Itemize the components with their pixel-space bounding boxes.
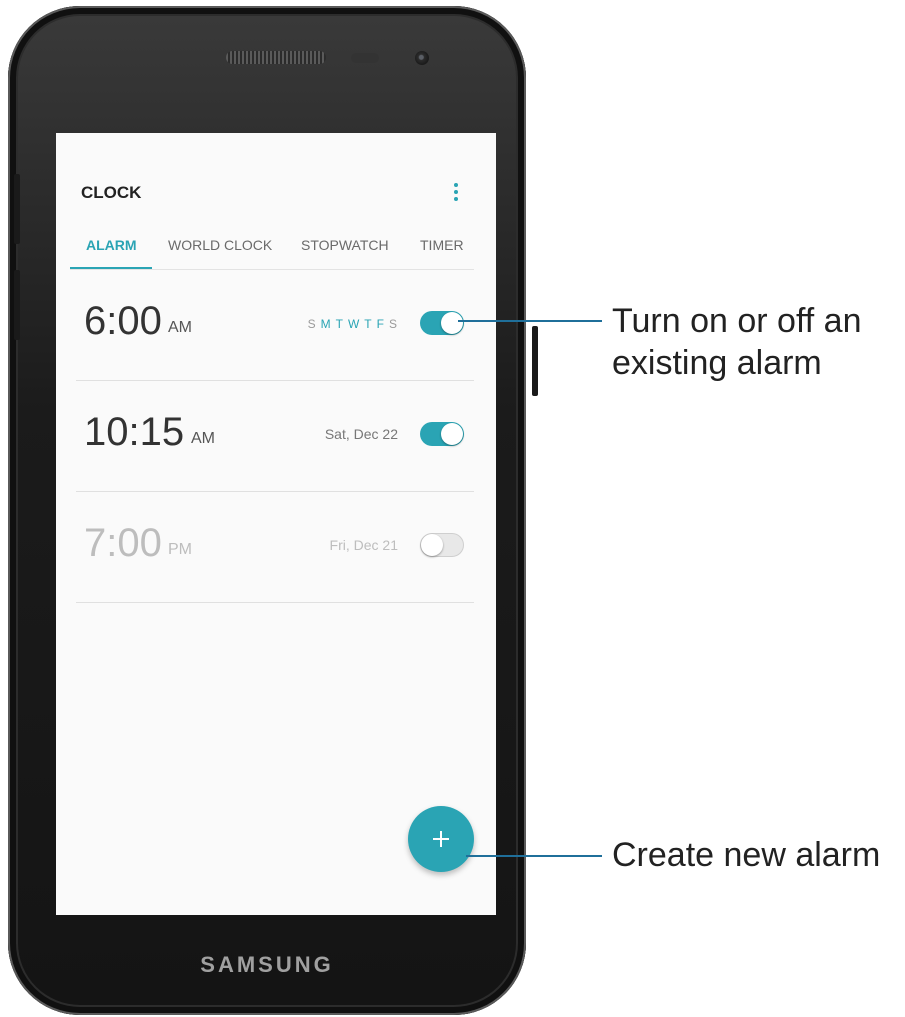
volume-up-button xyxy=(14,174,20,244)
list-divider xyxy=(76,602,474,603)
alarm-date: Sat, Dec 22 xyxy=(324,426,398,442)
alarm-toggle[interactable] xyxy=(420,311,464,335)
callout-toggle-line2: existing alarm xyxy=(612,344,822,382)
toggle-knob xyxy=(421,534,443,556)
alarm-ampm: PM xyxy=(168,541,192,558)
alarm-time: 10:15 xyxy=(84,410,185,454)
toggle-knob xyxy=(441,312,463,334)
day-sunday: S xyxy=(307,317,317,331)
proximity-sensor xyxy=(351,53,379,63)
tab-stopwatch[interactable]: STOPWATCH xyxy=(301,237,389,253)
tab-alarm[interactable]: ALARM xyxy=(86,237,137,253)
list-divider xyxy=(76,380,474,381)
callout-toggle: Turn on or off an existing alarm xyxy=(612,300,862,384)
brand-logo: SAMSUNG xyxy=(200,952,334,977)
alarm-time: 6:00 xyxy=(84,299,162,343)
alarm-date: Fri, Dec 21 xyxy=(329,537,398,553)
day-thursday: T xyxy=(364,317,373,331)
alarm-time: 7:00 xyxy=(84,521,162,565)
app-title: CLOCK xyxy=(81,183,142,202)
earpiece-speaker xyxy=(226,51,326,64)
alarm-ampm: AM xyxy=(168,319,192,336)
front-camera xyxy=(415,51,429,65)
alarm-repeat-days: SMTWTFS xyxy=(304,315,398,331)
volume-down-button xyxy=(14,270,20,340)
callout-line-create xyxy=(466,855,602,857)
callout-create: Create new alarm xyxy=(612,836,881,874)
alarm-toggle[interactable] xyxy=(420,533,464,557)
day-wednesday: W xyxy=(347,317,361,331)
callout-line-toggle xyxy=(458,320,602,322)
alarm-item[interactable]: 10:15 AM Sat, Dec 22 xyxy=(76,382,474,492)
phone-frame: CLOCK ALARM WORLD CLOCK STOPWATCH TIMER … xyxy=(8,6,538,1015)
toggle-knob xyxy=(441,423,463,445)
day-tuesday: T xyxy=(335,317,344,331)
day-saturday: S xyxy=(388,317,398,331)
screen: CLOCK ALARM WORLD CLOCK STOPWATCH TIMER … xyxy=(56,133,496,915)
tabs-divider xyxy=(70,269,474,270)
list-divider xyxy=(76,491,474,492)
day-monday: M xyxy=(320,317,332,331)
alarm-item[interactable]: 6:00 AM SMTWTFS xyxy=(76,271,474,381)
tab-bar: ALARM WORLD CLOCK STOPWATCH TIMER xyxy=(70,237,482,270)
power-button xyxy=(532,326,538,396)
add-alarm-button[interactable] xyxy=(408,806,474,872)
tab-timer[interactable]: TIMER xyxy=(420,237,464,253)
callout-toggle-line1: Turn on or off an xyxy=(612,302,862,340)
alarm-toggle[interactable] xyxy=(420,422,464,446)
tab-world-clock[interactable]: WORLD CLOCK xyxy=(168,237,272,253)
alarm-ampm: AM xyxy=(191,430,215,447)
more-vert-icon[interactable] xyxy=(451,183,461,205)
day-friday: F xyxy=(376,317,385,331)
alarm-item[interactable]: 7:00 PM Fri, Dec 21 xyxy=(76,493,474,603)
